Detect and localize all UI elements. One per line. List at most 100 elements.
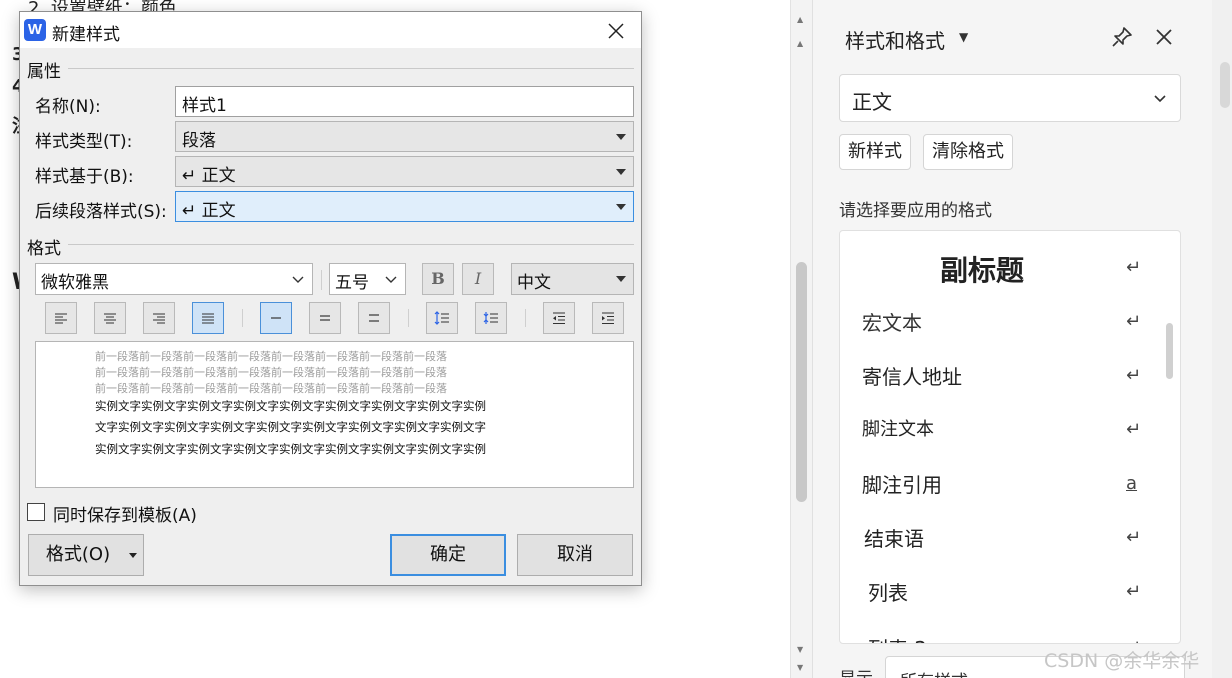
align-center-button[interactable] (94, 302, 126, 334)
preview-previous-line: 前一段落前一段落前一段落前一段落前一段落前一段落前一段落前一段落 (95, 350, 447, 363)
italic-button[interactable]: I (462, 263, 494, 295)
following-style-label: 后续段落样式(S): (35, 202, 167, 222)
script-select[interactable]: 中文 (511, 263, 634, 295)
chevron-down-icon (1154, 95, 1166, 103)
pick-format-label: 请选择要应用的格式 (839, 201, 992, 221)
document-scrollbar[interactable]: ▲ ▲ ▼ ▼ (790, 0, 812, 678)
current-style-select[interactable]: 正文 (839, 74, 1181, 122)
double-spacing-icon (369, 314, 379, 322)
single-spacing-icon (271, 317, 281, 319)
dialog-titlebar[interactable]: W 新建样式 (20, 12, 641, 48)
style-preview: 前一段落前一段落前一段落前一段落前一段落前一段落前一段落前一段落 前一段落前一段… (35, 341, 634, 488)
style-list-scrollbar[interactable] (1166, 323, 1173, 379)
wps-logo-icon: W (24, 19, 46, 41)
show-label: 显示 (839, 664, 873, 678)
paragraph-mark-icon: ↵ (1126, 419, 1142, 440)
bold-button[interactable]: B (422, 263, 454, 295)
name-label: 名称(N): (35, 97, 101, 117)
style-item-subtitle[interactable]: 副标题 ↵ (840, 241, 1160, 295)
pin-icon[interactable] (1109, 24, 1135, 50)
toolbar-separator (321, 270, 322, 290)
paragraph-spacing-up-icon (434, 311, 449, 325)
paragraph-mark-icon: ↵ (1126, 637, 1141, 643)
font-select[interactable]: 微软雅黑 (35, 263, 313, 295)
font-size-select[interactable]: 五号 (329, 263, 406, 295)
decrease-paragraph-spacing-button[interactable] (475, 302, 507, 334)
scrollbar-thumb[interactable] (1220, 62, 1230, 108)
style-item-return-address[interactable]: 寄信人地址 ↵ (840, 351, 1160, 405)
window-scrollbar[interactable] (1212, 0, 1232, 678)
justify-button[interactable] (192, 302, 224, 334)
indent-icon (602, 312, 614, 324)
scroll-down-icon[interactable]: ▼ (797, 664, 803, 672)
align-left-button[interactable] (45, 302, 77, 334)
dropdown-caret-icon (616, 169, 626, 175)
preview-previous-line: 前一段落前一段落前一段落前一段落前一段落前一段落前一段落前一段落 (95, 382, 447, 395)
paragraph-mark-icon: ↵ (1126, 527, 1142, 548)
style-item-footnote-text[interactable]: 脚注文本 ↵ (840, 405, 1160, 459)
style-item-closing[interactable]: 结束语 ↵ (840, 513, 1160, 567)
name-input[interactable]: 样式1 (175, 86, 634, 117)
chevron-down-icon (292, 276, 304, 283)
double-spacing-button[interactable] (358, 302, 390, 334)
save-to-template-label[interactable]: 同时保存到模板(A) (53, 501, 197, 526)
toolbar-separator (408, 309, 409, 327)
based-on-select[interactable]: ↵ 正文 (175, 156, 634, 187)
dropdown-caret-icon (616, 276, 626, 282)
styles-pane: 样式和格式 ▼ 正文 新样式 清除格式 请选择要应用的格式 副标题 ↵ 宏文本 … (812, 0, 1212, 678)
new-style-dialog: W 新建样式 属性 名称(N): 样式1 样式类型(T): 段落 样式基于(B)… (19, 11, 642, 586)
paragraph-mark-icon: ↵ (1126, 311, 1142, 332)
following-style-select[interactable]: ↵ 正文 (175, 191, 634, 222)
align-right-icon (153, 313, 165, 324)
current-style-value: 正文 (852, 90, 892, 114)
align-center-icon (104, 313, 116, 324)
clear-format-button[interactable]: 清除格式 (923, 134, 1013, 170)
pane-menu-caret-icon[interactable]: ▼ (959, 30, 968, 44)
dropdown-caret-icon (616, 134, 626, 140)
decrease-indent-button[interactable] (543, 302, 575, 334)
pane-title[interactable]: 样式和格式 (845, 25, 945, 54)
dropdown-caret-icon (616, 204, 626, 210)
scroll-down-icon[interactable]: ▼ (797, 646, 803, 654)
justify-icon (202, 313, 214, 324)
increase-indent-button[interactable] (592, 302, 624, 334)
style-item-footnote-reference[interactable]: 脚注引用 a (840, 459, 1160, 513)
based-on-label: 样式基于(B): (35, 167, 134, 187)
paragraph-mark-icon: ↵ (1126, 365, 1142, 386)
style-item-list[interactable]: 列表 ↵ (840, 567, 1160, 621)
save-to-template-checkbox[interactable] (27, 503, 45, 521)
align-right-button[interactable] (143, 302, 175, 334)
new-style-button[interactable]: 新样式 (839, 134, 911, 170)
style-list: 副标题 ↵ 宏文本 ↵ 寄信人地址 ↵ 脚注文本 ↵ 脚注引用 a 结束语 ↵ … (839, 230, 1181, 644)
paragraph-spacing-down-icon (483, 312, 498, 324)
scroll-up-icon[interactable]: ▲ (797, 40, 803, 48)
ok-button[interactable]: 确定 (390, 534, 506, 576)
one-half-spacing-icon (320, 315, 330, 321)
preview-previous-line: 前一段落前一段落前一段落前一段落前一段落前一段落前一段落前一段落 (95, 366, 447, 379)
scrollbar-thumb[interactable] (796, 262, 807, 502)
increase-paragraph-spacing-button[interactable] (426, 302, 458, 334)
style-type-select[interactable]: 段落 (175, 121, 634, 152)
preview-sample-line: 实例文字实例文字实例文字实例文字实例文字实例文字实例文字实例文字实例 (95, 442, 486, 456)
toolbar-separator (242, 309, 243, 327)
character-style-icon: a (1126, 473, 1138, 494)
cancel-button[interactable]: 取消 (517, 534, 633, 576)
format-group-title: 格式 (27, 234, 65, 259)
one-half-spacing-button[interactable] (309, 302, 341, 334)
style-item-macro-text[interactable]: 宏文本 ↵ (840, 297, 1160, 351)
dialog-title: 新建样式 (52, 25, 120, 45)
style-item-list-2[interactable]: 列表 2 ↵ (840, 623, 1160, 643)
outdent-icon (553, 312, 565, 324)
properties-group-title: 属性 (27, 57, 65, 82)
close-icon[interactable] (605, 20, 627, 42)
dropdown-caret-icon (129, 553, 137, 558)
watermark: CSDN @余华余华 (1044, 650, 1200, 672)
toolbar-separator (525, 309, 526, 327)
format-menu-button[interactable]: 格式(O) (28, 534, 144, 576)
scroll-up-icon[interactable]: ▲ (797, 16, 803, 24)
group-divider (68, 68, 634, 69)
close-icon[interactable] (1151, 24, 1177, 50)
single-spacing-button[interactable] (260, 302, 292, 334)
paragraph-mark-icon: ↵ (1126, 257, 1142, 278)
preview-sample-line: 实例文字实例文字实例文字实例文字实例文字实例文字实例文字实例文字实例 (95, 399, 486, 413)
